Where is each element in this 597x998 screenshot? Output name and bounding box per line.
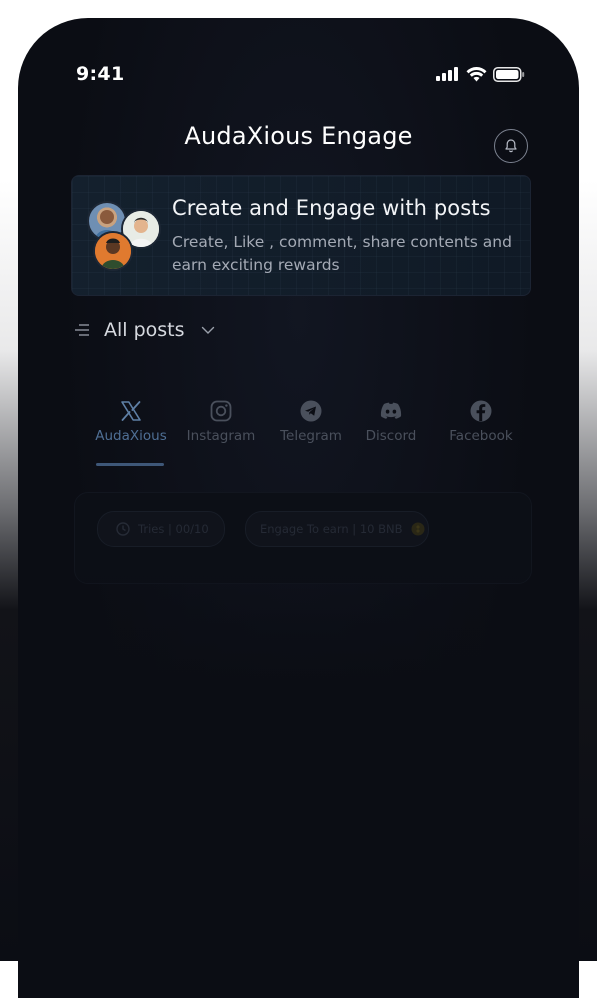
banner-title: Create and Engage with posts: [172, 196, 491, 220]
tab-label: Discord: [365, 428, 417, 444]
x-logo-icon: [120, 396, 142, 426]
telegram-icon: [300, 396, 322, 426]
bell-icon: [505, 139, 517, 153]
tab-discord[interactable]: Discord: [354, 396, 428, 444]
clock-icon: [116, 522, 130, 536]
tab-label: AudaXious: [95, 428, 167, 444]
reward-chip: Engage To earn | 10 BNB: [245, 511, 429, 547]
discord-icon: [379, 396, 403, 426]
instagram-icon: [210, 396, 232, 426]
status-bar: 9:41: [76, 62, 525, 86]
bottom-fade-overlay: [18, 558, 579, 998]
backdrop-right: [579, 180, 597, 961]
bnb-coin-icon: [411, 522, 424, 536]
post-card[interactable]: Tries | 00/10 Engage To earn | 10 BNB: [74, 492, 532, 584]
chevron-down-icon: [201, 326, 214, 334]
reward-chip-label: Engage To earn | 10 BNB: [260, 522, 403, 536]
engage-banner[interactable]: Create and Engage with posts Create, Lik…: [71, 175, 531, 296]
filter-label: All posts: [104, 319, 185, 341]
status-time: 9:41: [76, 63, 125, 85]
tab-instagram[interactable]: Instagram: [174, 396, 268, 444]
avatar: [93, 231, 133, 271]
tries-chip: Tries | 00/10: [97, 511, 225, 547]
tab-label: Telegram: [280, 428, 342, 444]
tab-telegram[interactable]: Telegram: [268, 396, 354, 444]
signal-icon: [436, 67, 458, 81]
posts-filter-dropdown[interactable]: All posts: [74, 319, 215, 341]
tries-chip-label: Tries | 00/10: [138, 522, 209, 536]
filter-icon: [75, 324, 89, 336]
tab-audaxious[interactable]: AudaXious: [88, 396, 174, 466]
battery-icon: [493, 66, 525, 82]
tab-facebook[interactable]: Facebook: [436, 396, 526, 444]
backdrop-left: [0, 180, 18, 961]
avatar-group: [85, 201, 163, 271]
facebook-icon: [470, 396, 492, 426]
tab-label: Instagram: [186, 428, 256, 444]
wifi-icon: [466, 66, 487, 81]
platform-tabs: AudaXious Instagram Telegram Discord Fac…: [88, 396, 526, 466]
tab-label: Facebook: [449, 428, 513, 444]
phone-screen: 9:41 AudaXious Engage Create and Engage …: [18, 18, 579, 998]
notification-button[interactable]: [494, 129, 528, 163]
status-icons: [436, 66, 525, 82]
active-tab-indicator: [96, 463, 164, 466]
banner-subtitle: Create, Like , comment, share contents a…: [172, 233, 512, 274]
